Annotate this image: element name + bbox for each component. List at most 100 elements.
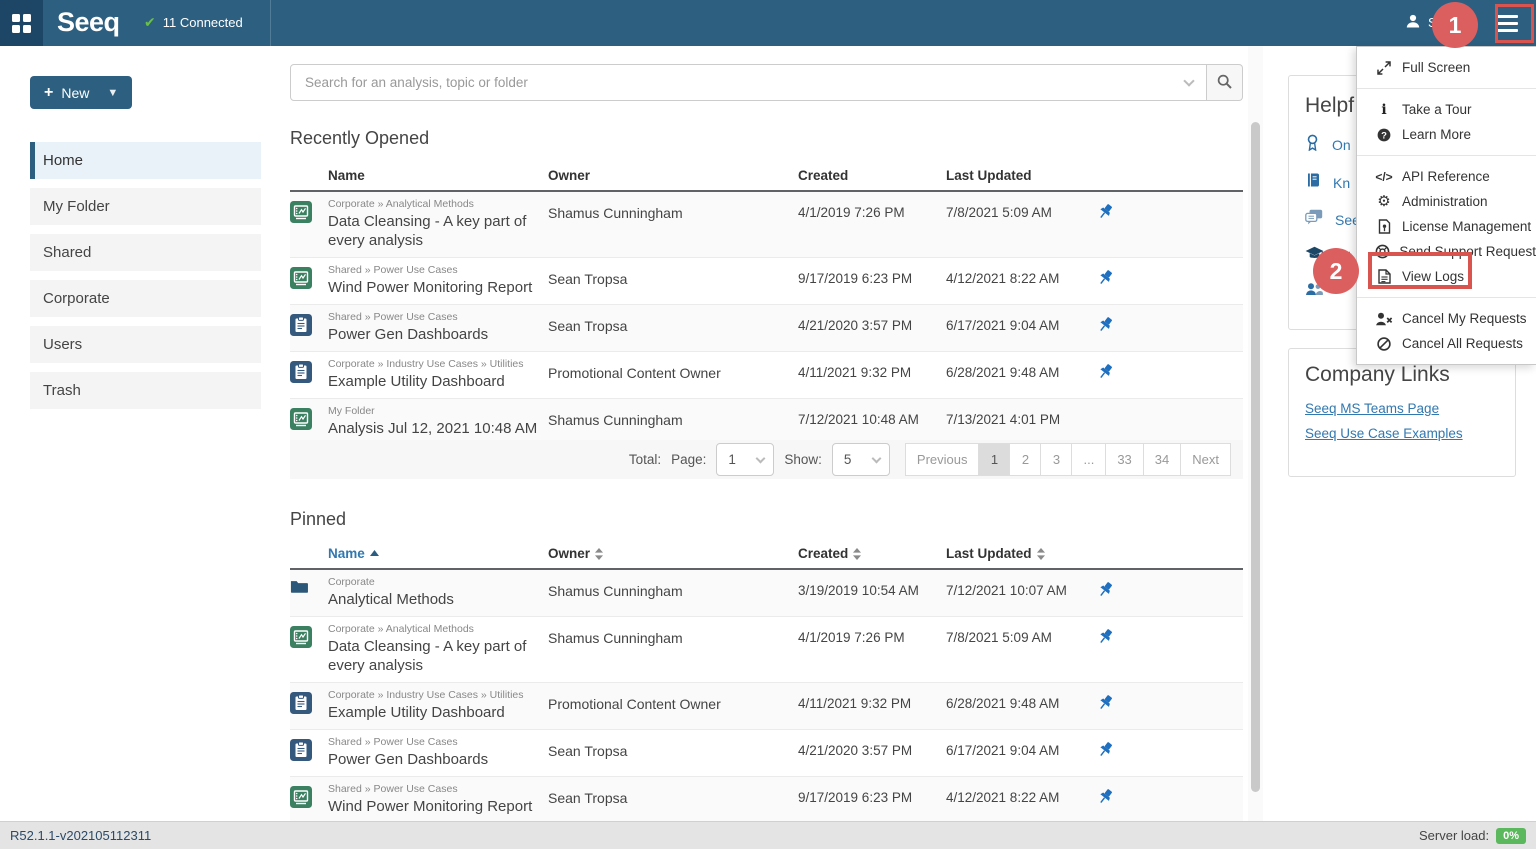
item-updated: 7/13/2021 4:01 PM — [946, 399, 1095, 445]
page-button-2[interactable]: 2 — [1009, 443, 1041, 476]
column-header[interactable]: Last Updated — [946, 168, 1095, 183]
table-row[interactable]: Shared » Power Use Cases Wind Power Moni… — [290, 777, 1243, 824]
show-select[interactable]: 5 — [832, 443, 890, 476]
page-ellipsis[interactable]: ... — [1071, 443, 1106, 476]
item-name[interactable]: Analysis Jul 12, 2021 10:48 AM — [328, 419, 538, 438]
column-header[interactable]: Last Updated — [946, 546, 1095, 561]
table-row[interactable]: Corporate » Industry Use Cases » Utiliti… — [290, 352, 1243, 399]
item-owner: Sean Tropsa — [548, 258, 798, 304]
pin-icon[interactable] — [1095, 258, 1243, 304]
item-name[interactable]: Analytical Methods — [328, 590, 538, 609]
search-button[interactable] — [1207, 64, 1243, 101]
item-type-icon — [290, 352, 328, 398]
item-name[interactable]: Wind Power Monitoring Report — [328, 278, 538, 297]
table-row[interactable]: Shared » Power Use Cases Wind Power Moni… — [290, 258, 1243, 305]
pin-icon[interactable] — [1095, 777, 1243, 823]
pin-icon[interactable] — [1095, 305, 1243, 351]
link-seeq-use-cases[interactable]: Seeq Use Case Examples — [1305, 426, 1515, 441]
item-updated: 4/12/2021 8:22 AM — [946, 777, 1095, 823]
check-icon: ✔ — [144, 14, 156, 31]
column-header[interactable]: Name — [328, 546, 548, 561]
item-name[interactable]: Wind Power Monitoring Report — [328, 797, 538, 816]
pin-icon[interactable] — [1095, 570, 1243, 616]
item-created: 4/1/2019 7:26 PM — [798, 192, 946, 257]
pin-icon[interactable] — [1095, 683, 1243, 729]
item-name[interactable]: Data Cleansing - A key part of every ana… — [328, 212, 538, 250]
sidebar-item-shared[interactable]: Shared — [30, 234, 261, 271]
table-row[interactable]: Corporate » Analytical Methods Data Clea… — [290, 192, 1243, 258]
item-path[interactable]: Corporate » Industry Use Cases » Utiliti… — [328, 358, 538, 371]
item-path[interactable]: Shared » Power Use Cases — [328, 311, 538, 324]
column-header[interactable]: Owner — [548, 168, 798, 183]
page-button-33[interactable]: 33 — [1105, 443, 1143, 476]
item-updated: 6/28/2021 9:48 AM — [946, 683, 1095, 729]
page-button-1[interactable]: 1 — [978, 443, 1010, 476]
new-button[interactable]: + New ▼ — [30, 76, 132, 109]
menu-item-api-reference[interactable]: </> API Reference — [1357, 164, 1536, 189]
item-path[interactable]: Corporate » Analytical Methods — [328, 623, 538, 636]
item-path[interactable]: Shared » Power Use Cases — [328, 264, 538, 277]
item-name[interactable]: Example Utility Dashboard — [328, 703, 538, 722]
item-path[interactable]: Shared » Power Use Cases — [328, 783, 538, 796]
scrollbar-track[interactable] — [1248, 46, 1263, 821]
item-name[interactable]: Power Gen Dashboards — [328, 750, 538, 769]
next-button[interactable]: Next — [1180, 443, 1231, 476]
previous-button[interactable]: Previous — [905, 443, 980, 476]
item-created: 7/12/2021 10:48 AM — [798, 399, 946, 445]
sidebar-item-corporate[interactable]: Corporate — [30, 280, 261, 317]
item-updated: 6/17/2021 9:04 AM — [946, 730, 1095, 776]
link-seeq-ms-teams[interactable]: Seeq MS Teams Page — [1305, 401, 1515, 416]
pin-icon[interactable] — [1095, 192, 1243, 257]
table-row[interactable]: My Folder Analysis Jul 12, 2021 10:48 AM… — [290, 399, 1243, 446]
menu-item-cancel-all-requests[interactable]: Cancel All Requests — [1357, 331, 1536, 356]
menu-item-full-screen[interactable]: Full Screen — [1357, 55, 1536, 80]
sidebar-item-home[interactable]: Home — [30, 142, 261, 179]
item-name[interactable]: Example Utility Dashboard — [328, 372, 538, 391]
pin-icon[interactable] — [1095, 352, 1243, 398]
menu-item-take-a-tour[interactable]: i Take a Tour — [1357, 97, 1536, 122]
item-updated: 6/17/2021 9:04 AM — [946, 305, 1095, 351]
table-row[interactable]: Corporate » Industry Use Cases » Utiliti… — [290, 683, 1243, 730]
page-button-34[interactable]: 34 — [1143, 443, 1181, 476]
item-name[interactable]: Power Gen Dashboards — [328, 325, 538, 344]
column-header[interactable]: Created — [798, 546, 946, 561]
search-input[interactable] — [290, 64, 1207, 101]
page-button-3[interactable]: 3 — [1040, 443, 1072, 476]
sidebar-item-users[interactable]: Users — [30, 326, 261, 363]
scrollbar-thumb[interactable] — [1251, 122, 1260, 792]
item-name[interactable]: Data Cleansing - A key part of every ana… — [328, 637, 538, 675]
item-created: 9/17/2019 6:23 PM — [798, 258, 946, 304]
sort-icon — [595, 548, 603, 560]
pin-icon[interactable] — [1095, 617, 1243, 682]
item-type-icon — [290, 570, 328, 616]
item-type-icon — [290, 683, 328, 729]
column-header[interactable]: Owner — [548, 546, 798, 561]
item-path[interactable]: Corporate » Analytical Methods — [328, 198, 538, 211]
column-header[interactable]: Name — [328, 168, 548, 183]
menu-item-administration[interactable]: ⚙ Administration — [1357, 189, 1536, 214]
page-label: Page: — [671, 452, 706, 467]
page-select[interactable]: 1 — [716, 443, 774, 476]
caret-down-icon[interactable]: ▼ — [107, 87, 118, 99]
item-updated: 7/12/2021 10:07 AM — [946, 570, 1095, 616]
sidebar-item-trash[interactable]: Trash — [30, 372, 261, 409]
item-type-icon — [290, 617, 328, 682]
item-path[interactable]: Corporate » Industry Use Cases » Utiliti… — [328, 689, 538, 702]
item-path[interactable]: My Folder — [328, 405, 538, 418]
sidebar-item-my-folder[interactable]: My Folder — [30, 188, 261, 225]
top-navbar: Seeq ✔ 11 Connected Sha — [0, 0, 1536, 46]
table-row[interactable]: Shared » Power Use Cases Power Gen Dashb… — [290, 305, 1243, 352]
pin-icon[interactable] — [1095, 730, 1243, 776]
table-row[interactable]: Corporate » Analytical Methods Data Clea… — [290, 617, 1243, 683]
sort-icon — [370, 550, 379, 558]
apps-grid-button[interactable] — [0, 0, 43, 46]
connection-status[interactable]: ✔ 11 Connected — [144, 14, 243, 31]
item-path[interactable]: Corporate — [328, 576, 538, 589]
menu-item-cancel-my-requests[interactable]: Cancel My Requests — [1357, 306, 1536, 331]
table-row[interactable]: Corporate Analytical Methods Shamus Cunn… — [290, 570, 1243, 617]
menu-item-license-management[interactable]: License Management — [1357, 214, 1536, 239]
column-header[interactable]: Created — [798, 168, 946, 183]
item-path[interactable]: Shared » Power Use Cases — [328, 736, 538, 749]
table-row[interactable]: Shared » Power Use Cases Power Gen Dashb… — [290, 730, 1243, 777]
menu-item-learn-more[interactable]: ? Learn More — [1357, 122, 1536, 147]
